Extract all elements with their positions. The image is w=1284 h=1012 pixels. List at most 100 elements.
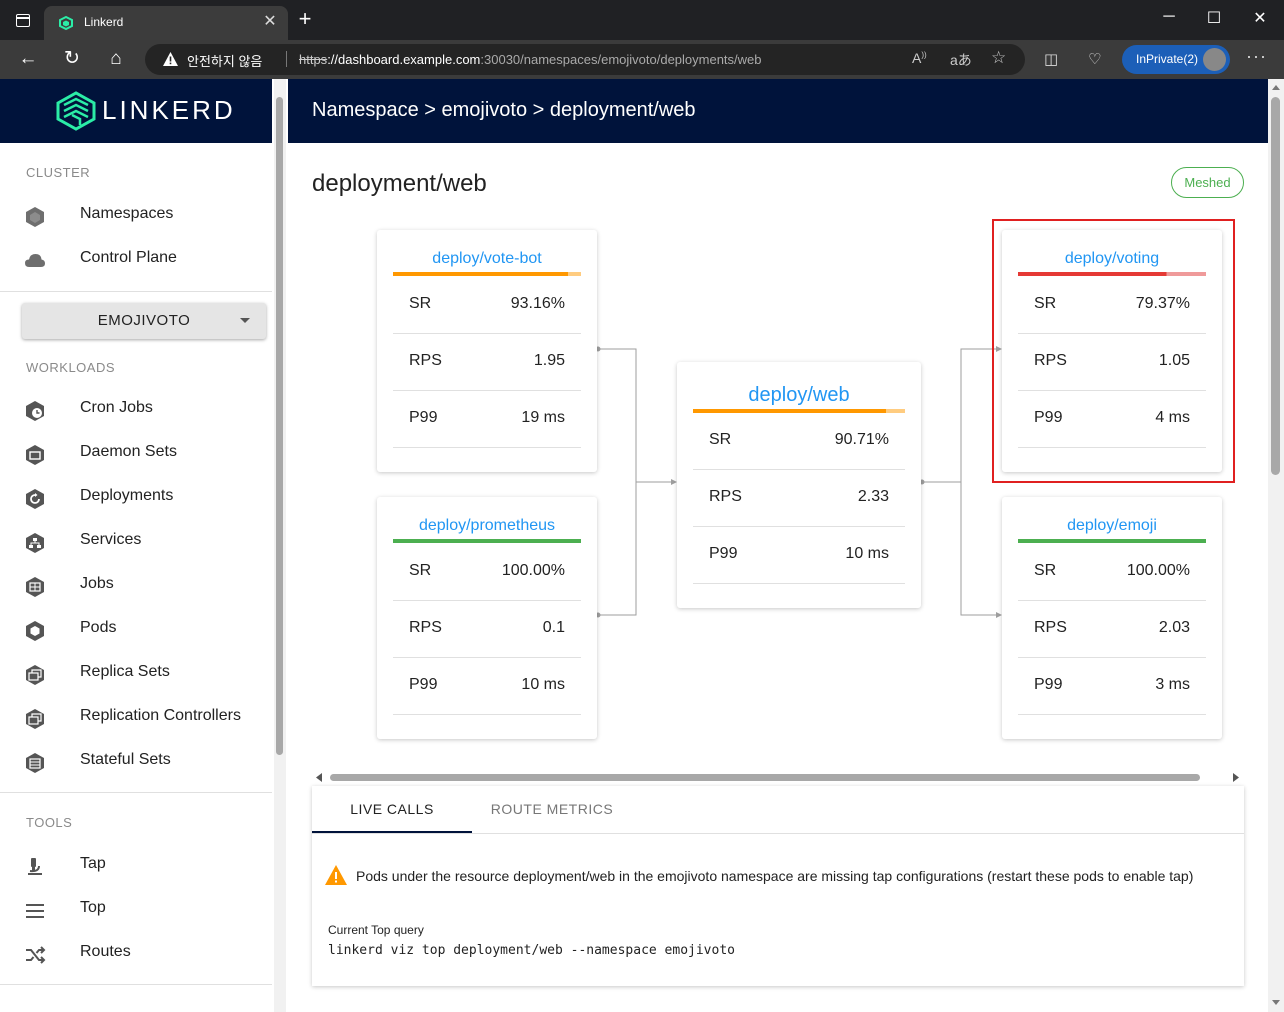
address-separator <box>286 51 287 67</box>
sidebar-item-label: Stateful Sets <box>80 751 171 768</box>
metric-row-p99: P99 3 ms <box>1018 658 1206 715</box>
sidebar-item-namespaces[interactable]: Namespaces <box>0 196 272 236</box>
main-scrollbar-thumb[interactable] <box>1271 97 1280 475</box>
minimize-icon[interactable]: ─ <box>1154 8 1184 26</box>
breadcrumb[interactable]: Namespace > emojivoto > deployment/web <box>312 99 696 122</box>
sidebar-item-label: Cron Jobs <box>80 399 153 416</box>
tab-route-metrics[interactable]: ROUTE METRICS <box>472 786 632 833</box>
sidebar-item-stateful-sets[interactable]: Stateful Sets <box>0 742 272 782</box>
sidebar-scrollbar[interactable] <box>274 79 286 1012</box>
row-label: RPS <box>709 488 742 505</box>
sidebar-item-control-plane[interactable]: Control Plane <box>0 240 272 280</box>
inprivate-button[interactable]: InPrivate(2) <box>1122 45 1230 74</box>
status-badge: Meshed <box>1171 167 1244 198</box>
sidebar: LINKERD CLUSTER Namespaces Control Plane… <box>0 79 272 1012</box>
success-rate-bar <box>1018 539 1206 543</box>
main-header: Namespace > emojivoto > deployment/web <box>288 79 1268 143</box>
sidebar-item-label: Namespaces <box>80 205 174 222</box>
replica-set-icon <box>26 665 44 685</box>
split-screen-icon[interactable]: ◫ <box>1044 50 1058 68</box>
scroll-down-icon[interactable] <box>1272 1000 1280 1005</box>
browser-toolbar: ← ↻ ⌂ 안전하지 않음 https://dashboard.example.… <box>0 40 1284 79</box>
node-card-vote-bot[interactable]: deploy/vote-bot SR 93.16% RPS 1.95 P99 19 m… <box>377 230 597 472</box>
card-title[interactable]: deploy/vote-bot <box>377 250 597 268</box>
translate-icon[interactable]: aあ <box>950 50 972 70</box>
row-value: 10 ms <box>521 676 565 693</box>
sidebar-scrollbar-thumb[interactable] <box>276 97 283 755</box>
logo-text: LINKERD <box>102 95 236 125</box>
sidebar-item-label: Routes <box>80 943 131 960</box>
sidebar-item-label: Deployments <box>80 487 174 504</box>
job-icon <box>26 577 44 597</box>
url-text[interactable]: https://dashboard.example.com:30030/name… <box>299 52 762 67</box>
sidebar-item-cron-jobs[interactable]: Cron Jobs <box>0 390 272 430</box>
warning-icon <box>163 52 178 66</box>
row-label: SR <box>1034 562 1057 579</box>
more-options-icon[interactable]: ··· <box>1246 46 1267 67</box>
sidebar-item-routes[interactable]: Routes <box>0 934 272 974</box>
sidebar-item-replication-controllers[interactable]: Replication Controllers <box>0 698 272 738</box>
node-card-emoji[interactable]: deploy/emoji SR 100.00% RPS 2.03 P99 3 ms <box>1002 497 1222 739</box>
sidebar-item-tap[interactable]: Tap <box>0 846 272 886</box>
card-title[interactable]: deploy/prometheus <box>377 517 597 535</box>
deployment-icon <box>26 489 44 509</box>
sidebar-item-pods[interactable]: Pods <box>0 610 272 650</box>
maximize-icon[interactable]: ☐ <box>1199 8 1229 28</box>
read-aloud-icon[interactable]: A)) <box>912 50 927 66</box>
success-rate-bar <box>393 272 581 276</box>
sidebar-item-replica-sets[interactable]: Replica Sets <box>0 654 272 694</box>
main-scrollbar[interactable] <box>1268 79 1284 1012</box>
sidebar-item-services[interactable]: Services <box>0 522 272 562</box>
sidebar-item-daemon-sets[interactable]: Daemon Sets <box>0 434 272 474</box>
row-label: SR <box>709 431 732 448</box>
scrollbar-thumb[interactable] <box>330 774 1200 781</box>
metric-row-sr: SR 100.00% <box>393 544 581 601</box>
url-scheme: https <box>299 52 328 67</box>
metric-row-sr: SR 93.16% <box>393 277 581 334</box>
cluster-section-title: CLUSTER <box>26 165 91 180</box>
browser-essentials-icon[interactable]: ♡ <box>1088 50 1101 68</box>
row-value: 3 ms <box>1155 676 1190 693</box>
scroll-right-icon[interactable] <box>1232 773 1240 782</box>
favorite-star-icon[interactable]: ☆ <box>991 48 1006 68</box>
stateful-set-icon <box>26 753 44 773</box>
tab-live-calls[interactable]: LIVE CALLS <box>312 786 472 833</box>
browser-tab[interactable]: Linkerd ✕ <box>44 6 288 40</box>
logo-bar[interactable]: LINKERD <box>0 79 272 143</box>
sidebar-item-label: Tap <box>80 855 106 872</box>
page-title: deployment/web <box>312 170 487 197</box>
window-menu-icon[interactable] <box>16 14 30 27</box>
close-tab-icon[interactable]: ✕ <box>260 11 280 31</box>
node-card-web[interactable]: deploy/web SR 90.71% RPS 2.33 P99 10 ms <box>677 362 921 608</box>
tap-warning-text: Pods under the resource deployment/web i… <box>356 868 1194 884</box>
close-window-icon[interactable]: ✕ <box>1245 8 1275 28</box>
card-title[interactable]: deploy/web <box>677 384 921 407</box>
namespace-select[interactable]: EMOJIVOTO <box>22 303 266 339</box>
daemon-set-icon <box>26 445 44 465</box>
insecure-label[interactable]: 안전하지 않음 <box>187 51 262 70</box>
node-card-prometheus[interactable]: deploy/prometheus SR 100.00% RPS 0.1 P99 10… <box>377 497 597 739</box>
row-label: RPS <box>409 619 442 636</box>
sidebar-item-jobs[interactable]: Jobs <box>0 566 272 606</box>
metric-row-sr: SR 100.00% <box>1018 544 1206 601</box>
cloud-icon <box>25 254 45 267</box>
back-icon[interactable]: ← <box>16 47 40 71</box>
pod-icon <box>26 621 44 641</box>
list-icon <box>26 904 44 918</box>
home-icon[interactable]: ⌂ <box>104 47 128 71</box>
sidebar-divider <box>0 984 272 985</box>
graph-horizontal-scrollbar[interactable] <box>312 770 1244 784</box>
sidebar-item-deployments[interactable]: Deployments <box>0 478 272 518</box>
scroll-up-icon[interactable] <box>1272 85 1280 90</box>
sidebar-item-top[interactable]: Top <box>0 890 272 930</box>
scroll-left-icon[interactable] <box>315 773 323 782</box>
card-title[interactable]: deploy/emoji <box>1002 517 1222 535</box>
address-bar[interactable]: 안전하지 않음 https://dashboard.example.com:30… <box>145 44 1025 75</box>
sidebar-item-label: Jobs <box>80 575 114 592</box>
metric-row-rps: RPS 2.33 <box>693 470 905 527</box>
new-tab-button[interactable]: + <box>294 8 316 30</box>
replication-controller-icon <box>26 709 44 729</box>
metric-row-rps: RPS 0.1 <box>393 601 581 658</box>
refresh-icon[interactable]: ↻ <box>60 47 84 71</box>
sidebar-item-label: Replication Controllers <box>80 707 241 724</box>
